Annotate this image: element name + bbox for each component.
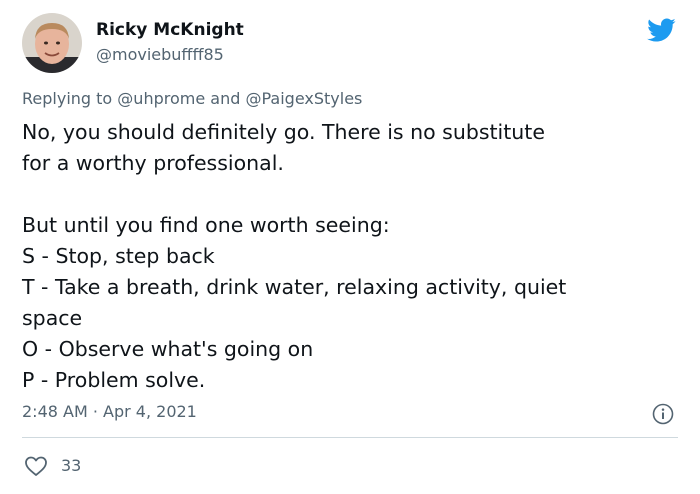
heart-icon[interactable]	[24, 455, 48, 477]
info-icon[interactable]	[652, 403, 674, 425]
tweet-body: No, you should definitely go. There is n…	[22, 117, 672, 396]
tweet-timestamp[interactable]: 2:48 AM · Apr 4, 2021	[22, 402, 197, 421]
reply-mention-uhprome[interactable]: @uhprome	[117, 89, 205, 108]
tweet-body-line: P - Problem solve.	[22, 368, 206, 392]
tweet-body-line	[22, 179, 672, 210]
reply-prefix: Replying to	[22, 89, 113, 108]
tweet-body-line: But until you find one worth seeing:	[22, 213, 390, 237]
author-name[interactable]: Ricky McKnight	[96, 20, 244, 40]
twitter-bird-icon[interactable]	[644, 15, 678, 45]
author-handle[interactable]: @moviebuffff85	[96, 45, 224, 64]
avatar[interactable]	[22, 13, 82, 73]
tweet-body-line: for a worthy professional.	[22, 151, 284, 175]
tweet-card: Ricky McKnight @moviebuffff85 Replying t…	[0, 0, 700, 494]
reply-context: Replying to @uhprome and @PaigexStyles	[22, 89, 362, 108]
like-count: 33	[61, 456, 82, 475]
tweet-body-line: S - Stop, step back	[22, 244, 215, 268]
reply-and: and	[210, 89, 241, 108]
tweet-body-line: No, you should definitely go. There is n…	[22, 120, 545, 144]
tweet-body-line: O - Observe what's going on	[22, 337, 314, 361]
tweet-body-line: space	[22, 306, 83, 330]
divider	[22, 437, 678, 438]
tweet-body-line: T - Take a breath, drink water, relaxing…	[22, 275, 567, 299]
reply-mention-paigexstyles[interactable]: @PaigexStyles	[245, 89, 362, 108]
